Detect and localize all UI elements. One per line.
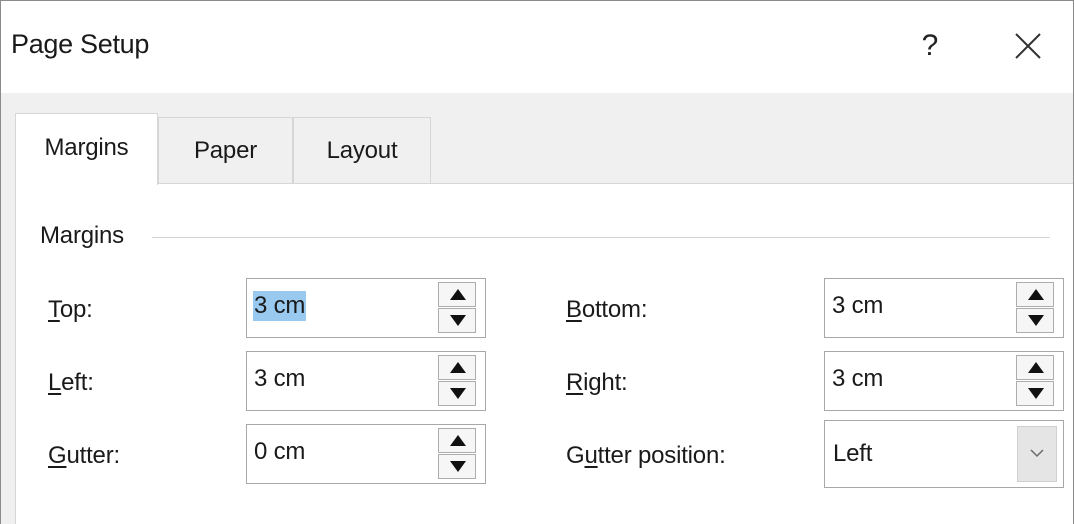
close-button[interactable] — [1011, 29, 1045, 63]
arrow-up-icon — [450, 435, 466, 446]
bottom-decrement-button[interactable] — [1016, 308, 1054, 333]
left-spin-buttons — [438, 355, 476, 407]
bottom-label: Bottom: — [566, 296, 648, 324]
bottom-label-text: ottom: — [581, 296, 648, 323]
left-decrement-button[interactable] — [438, 381, 476, 406]
top-decrement-button[interactable] — [438, 308, 476, 333]
bottom-margin-spinner[interactable]: 3 cm — [824, 278, 1064, 338]
right-label-mnemonic: R — [566, 369, 584, 396]
gutter-label-mnemonic: G — [48, 442, 67, 469]
left-increment-button[interactable] — [438, 355, 476, 380]
gutter-position-select[interactable]: Left — [824, 420, 1064, 488]
tab-paper[interactable]: Paper — [158, 117, 293, 183]
top-label: Top: — [48, 296, 93, 324]
help-button[interactable]: ? — [913, 25, 947, 67]
left-label-mnemonic: L — [48, 369, 62, 396]
bottom-margin-input[interactable]: 3 cm — [831, 291, 884, 321]
tab-layout[interactable]: Layout — [293, 117, 431, 183]
gutter-position-label-prefix: G — [566, 442, 585, 469]
margins-tab-panel: Margins Top: 3 cm Bottom: 3 cm Left: 3 c… — [15, 183, 1073, 524]
arrow-down-icon — [450, 388, 466, 399]
arrow-up-icon — [1028, 289, 1044, 300]
gutter-increment-button[interactable] — [438, 428, 476, 453]
top-label-text: op: — [59, 296, 93, 323]
margins-group-label: Margins — [40, 222, 124, 249]
gutter-position-dropdown-button[interactable] — [1017, 426, 1057, 482]
arrow-down-icon — [1028, 315, 1044, 326]
arrow-down-icon — [450, 461, 466, 472]
right-margin-spinner[interactable]: 3 cm — [824, 351, 1064, 411]
close-icon — [1015, 33, 1041, 59]
right-margin-input[interactable]: 3 cm — [831, 364, 884, 394]
page-setup-dialog: Page Setup ? Margins Paper Layout Margin… — [0, 0, 1074, 524]
top-margin-spinner[interactable]: 3 cm — [246, 278, 486, 338]
tabs-area: Margins Paper Layout Margins Top: 3 cm B… — [1, 93, 1073, 524]
right-increment-button[interactable] — [1016, 355, 1054, 380]
bottom-increment-button[interactable] — [1016, 282, 1054, 307]
top-label-mnemonic: T — [48, 296, 60, 323]
top-increment-button[interactable] — [438, 282, 476, 307]
left-margin-spinner[interactable]: 3 cm — [246, 351, 486, 411]
right-label-text: ight: — [583, 369, 628, 396]
chevron-down-icon — [1030, 449, 1044, 458]
right-spin-buttons — [1016, 355, 1054, 407]
left-label: Left: — [48, 369, 94, 397]
gutter-spinner[interactable]: 0 cm — [246, 424, 486, 484]
arrow-down-icon — [450, 315, 466, 326]
right-decrement-button[interactable] — [1016, 381, 1054, 406]
gutter-input[interactable]: 0 cm — [253, 437, 306, 467]
bottom-spin-buttons — [1016, 282, 1054, 334]
gutter-position-label-mnemonic: u — [584, 442, 598, 469]
gutter-label-text: utter: — [66, 442, 120, 469]
bottom-label-mnemonic: B — [566, 296, 582, 323]
left-label-text: eft: — [61, 369, 94, 396]
top-spin-buttons — [438, 282, 476, 334]
arrow-up-icon — [450, 289, 466, 300]
gutter-position-label: Gutter position: — [566, 442, 726, 470]
gutter-decrement-button[interactable] — [438, 454, 476, 479]
tab-margins[interactable]: Margins — [15, 113, 158, 185]
group-divider — [152, 237, 1050, 238]
gutter-position-value: Left — [833, 440, 873, 467]
title-bar: Page Setup ? — [1, 1, 1073, 93]
left-margin-input[interactable]: 3 cm — [253, 364, 306, 394]
dialog-title: Page Setup — [11, 29, 150, 59]
right-label: Right: — [566, 369, 628, 397]
gutter-position-label-text: tter position: — [597, 442, 726, 469]
gutter-label: Gutter: — [48, 442, 120, 470]
arrow-down-icon — [1028, 388, 1044, 399]
top-margin-input[interactable]: 3 cm — [253, 291, 307, 321]
arrow-up-icon — [450, 362, 466, 373]
gutter-spin-buttons — [438, 428, 476, 480]
arrow-up-icon — [1028, 362, 1044, 373]
